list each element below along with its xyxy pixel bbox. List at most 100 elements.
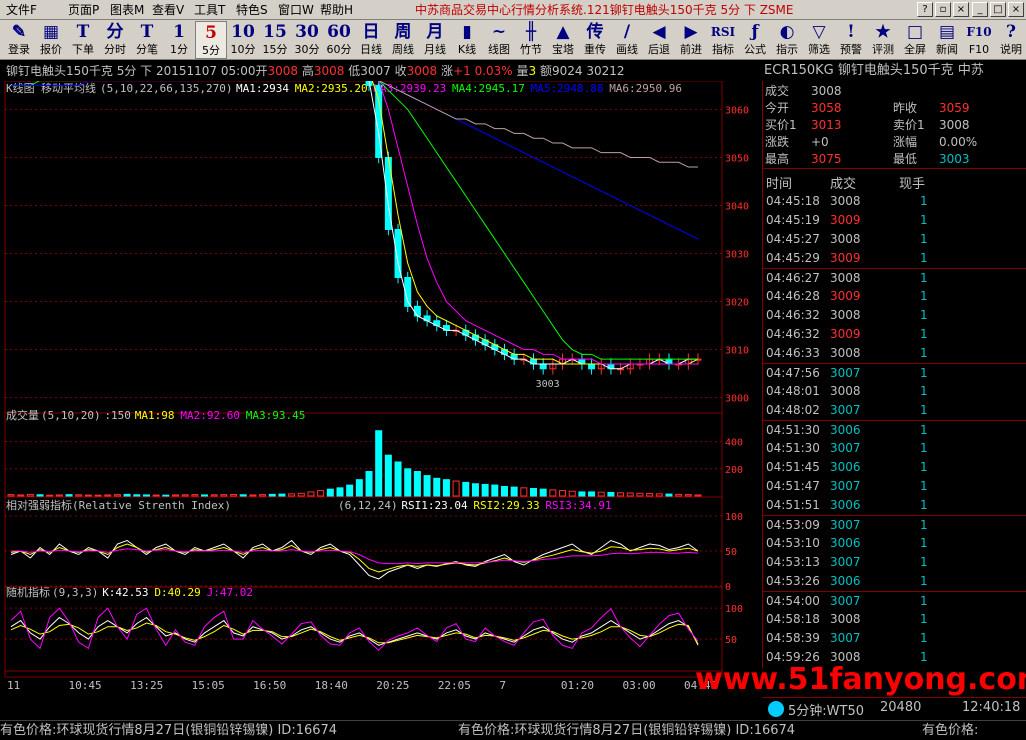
volume-bar — [317, 490, 325, 497]
toolbar-button-25[interactable]: ▽ 筛选 — [803, 21, 835, 59]
toolbar-button-5[interactable]: 1 1分 — [163, 21, 195, 59]
x-tick-label: 20:25 — [376, 679, 409, 692]
toolbar-button-10[interactable]: 60 60分 — [323, 21, 355, 59]
tick-row: 04:51:51 3006 1 — [763, 496, 1026, 515]
toolbar-button-16[interactable]: ╫ 竹节 — [515, 21, 547, 59]
toolbar-button-3[interactable]: 分分时 — [99, 21, 131, 59]
toolbar-icon-21: ▶ — [684, 22, 698, 42]
prev-label: 昨收 — [893, 101, 918, 115]
vol-label: 量 — [516, 64, 529, 78]
tick-row: 04:46:32 3009 1 — [763, 325, 1026, 344]
chart-area[interactable]: K线图 移动平均线 (5,10,22,66,135,270) MA1:2934 MA2:… — [0, 81, 762, 697]
toolbar-label-27: 评测 — [872, 43, 894, 56]
toolbar-button-18[interactable]: 传重传 — [579, 21, 611, 59]
toolbar-button-28[interactable]: □ 全屏 — [899, 21, 931, 59]
volume-bar — [55, 494, 63, 497]
menu-features[interactable]: 特色S — [236, 2, 268, 18]
volume-bar — [646, 493, 654, 497]
toolbar-icon-16: ╫ — [525, 22, 537, 42]
toolbar-button-15[interactable]: ~ 线图 — [483, 21, 515, 59]
tick-price: 3007 — [830, 366, 861, 380]
toolbar-label-11: 日线 — [360, 43, 382, 56]
restore-icon[interactable]: ▫ — [935, 2, 951, 17]
toolbar-button-26[interactable]: ! 预警 — [835, 21, 867, 59]
toolbar-button-21[interactable]: ▶ 前进 — [675, 21, 707, 59]
menu-window[interactable]: 窗口W — [278, 2, 314, 18]
toolbar-button-12[interactable]: 周周线 — [387, 21, 419, 59]
ma-label: MA3:93.45 — [246, 409, 306, 422]
tick-time: 04:51:51 — [766, 498, 820, 512]
toolbar-button-24[interactable]: ◐ 指示 — [771, 21, 803, 59]
tick-row: 04:46:27 3008 1 — [763, 268, 1026, 287]
ma-label: MA1:2934 — [236, 82, 289, 95]
volume-bar — [675, 493, 683, 497]
toolbar-label-5: 1分 — [170, 43, 188, 56]
toolbar-button-27[interactable]: ★ 评测 — [867, 21, 899, 59]
close-child-icon[interactable]: × — [953, 2, 969, 17]
toolbar-button-0[interactable]: ✎ 登录 — [3, 21, 35, 59]
toolbar-button-22[interactable]: RSI 指标 — [707, 21, 739, 59]
menu-page[interactable]: 页面P — [68, 2, 99, 18]
tick-price: 3007 — [830, 479, 861, 493]
menu-help[interactable]: 帮助H — [320, 2, 353, 18]
volume-bar — [559, 490, 567, 497]
menu-chart[interactable]: 图表M — [110, 2, 144, 18]
high-label: 高 — [301, 64, 314, 78]
toolbar-label-0: 登录 — [8, 43, 30, 56]
minimize-icon[interactable]: _ — [972, 2, 988, 17]
menu-file[interactable]: 文件F — [6, 2, 37, 18]
toolbar-icon-0: ✎ — [11, 22, 27, 42]
toolbar-label-23: 公式 — [744, 43, 766, 56]
toolbar-button-1[interactable]: ▦ 报价 — [35, 21, 67, 59]
toolbar-button-20[interactable]: ◀ 后退 — [643, 21, 675, 59]
x-tick-label: 03:00 — [622, 679, 655, 692]
toolbar-label-17: 宝塔 — [552, 43, 574, 56]
tick-row: 04:53:26 3006 1 — [763, 572, 1026, 591]
toolbar-button-4[interactable]: T 分笔 — [131, 21, 163, 59]
y-tick-label: 100 — [725, 604, 743, 615]
toolbar-button-2[interactable]: T 下单 — [67, 21, 99, 59]
toolbar-button-30[interactable]: F10 F10 — [963, 21, 995, 59]
indicator-params: (6,12,24) — [338, 499, 398, 512]
toolbar-label-24: 指示 — [776, 43, 798, 56]
quote-panel: 成交 3008 今开 3058 昨收 3059 买价1 3013 卖价1 300… — [762, 81, 1026, 168]
toolbar-button-14[interactable]: ▮ K线 — [451, 21, 483, 59]
toolbar-button-9[interactable]: 30 30分 — [291, 21, 323, 59]
candle-body — [539, 363, 547, 370]
menu-tools[interactable]: 工具T — [194, 2, 225, 18]
toolbar-button-29[interactable]: ▤ 新闻 — [931, 21, 963, 59]
tick-volume: 1 — [920, 441, 928, 455]
toolbar-button-23[interactable]: ƒ 公式 — [739, 21, 771, 59]
volume-bar — [471, 483, 479, 497]
tick-volume: 1 — [920, 308, 928, 322]
toolbar-button-11[interactable]: 日日线 — [355, 21, 387, 59]
volume-bar — [539, 488, 547, 497]
tick-time: 04:45:29 — [766, 251, 820, 265]
menu-view[interactable]: 查看V — [152, 2, 184, 18]
y-tick-label: 3040 — [725, 201, 749, 212]
toolbar-button-17[interactable]: ▲ 宝塔 — [547, 21, 579, 59]
ma-label: RSI1:23.04 — [401, 499, 468, 512]
change-label: 涨 — [441, 64, 454, 78]
volume-bar — [162, 494, 170, 497]
toolbar-button-7[interactable]: 10 10分 — [227, 21, 259, 59]
maximize-icon[interactable]: □ — [990, 2, 1006, 17]
toolbar-button-19[interactable]: / 画线 — [611, 21, 643, 59]
volume-bar — [617, 492, 625, 497]
toolbar-icon-14: ▮ — [462, 22, 472, 42]
x-tick-label: 13:25 — [130, 679, 163, 692]
toolbar-button-31[interactable]: ? 说明 — [995, 21, 1026, 59]
toolbar-button-8[interactable]: 15 15分 — [259, 21, 291, 59]
toolbar-button-6[interactable]: 5 5分 — [195, 21, 227, 59]
ma-line-2 — [371, 81, 699, 365]
tick-time: 04:53:10 — [766, 536, 820, 550]
indicator-name: 移动平均线 — [41, 81, 96, 95]
volume-bar — [578, 491, 586, 497]
ticks-list[interactable]: 04:45:18 3008 1 04:45:19 3009 1 04:45:27 3008 1 0… — [762, 192, 1026, 668]
tick-time: 04:47:56 — [766, 366, 820, 380]
help-icon[interactable]: ? — [917, 2, 933, 17]
tick-volume: 1 — [920, 327, 928, 341]
tick-row: 04:58:18 3008 1 — [763, 610, 1026, 629]
toolbar-button-13[interactable]: 月月线 — [419, 21, 451, 59]
close-icon[interactable]: × — [1008, 2, 1024, 17]
